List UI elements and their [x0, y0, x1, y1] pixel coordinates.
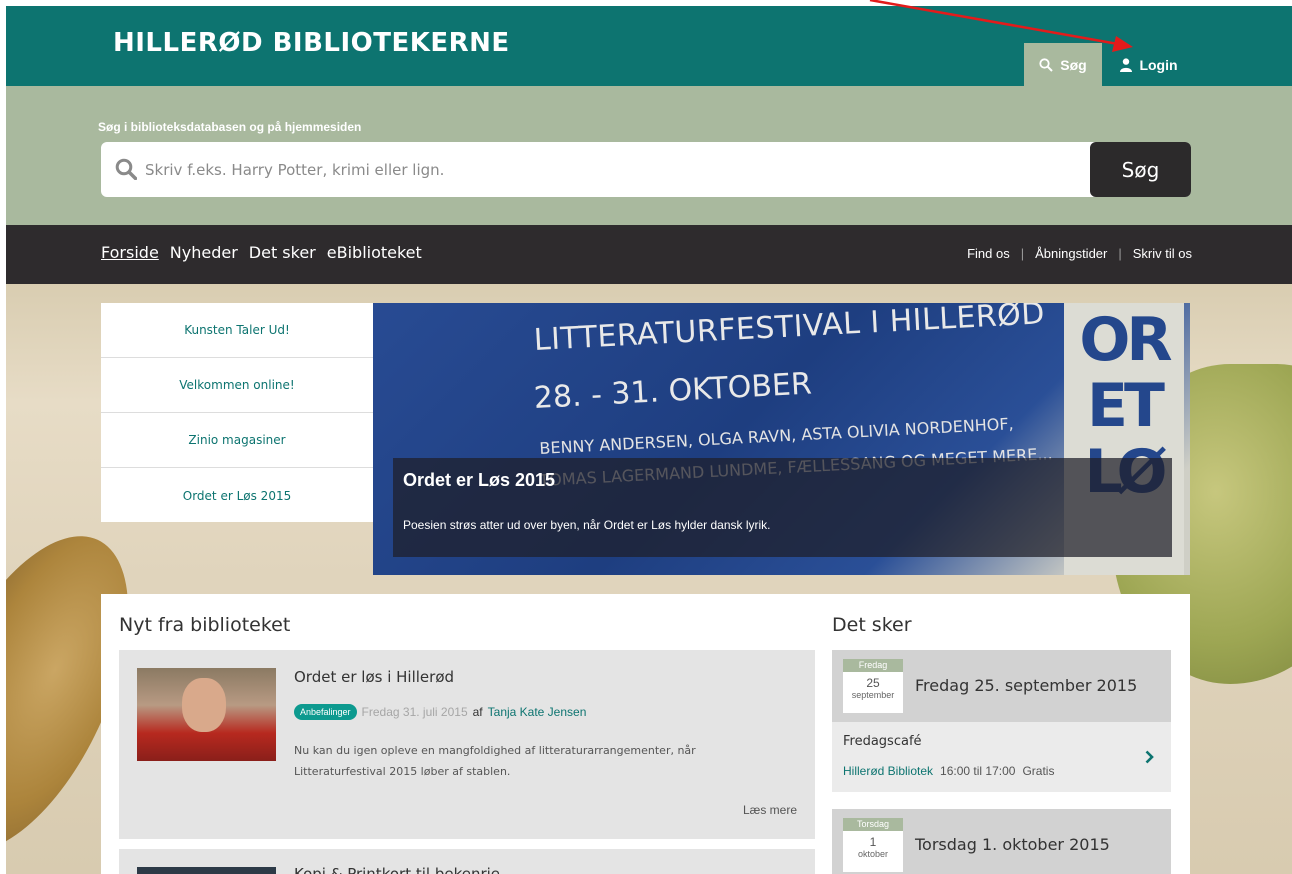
- event-date-header: Torsdag 1 oktober Torsdag 1. oktober 201…: [832, 809, 1171, 874]
- news-date: Fredag 31. juli 2015: [361, 705, 468, 719]
- main-content: Nyt fra biblioteket Ordet er løs i Hille…: [101, 594, 1190, 874]
- news-article: Ordet er løs i Hillerød Anbefalinger Fre…: [119, 650, 815, 839]
- main-navigation: Forside Nyheder Det sker eBiblioteket Fi…: [6, 225, 1292, 284]
- calendar-date: Torsdag 1 oktober: [843, 818, 903, 872]
- calendar-day: 1: [869, 835, 877, 849]
- calendar-weekday: Torsdag: [843, 818, 903, 831]
- search-box: Søg: [101, 142, 1191, 197]
- events-heading: Det sker: [832, 614, 912, 636]
- banner-caption: Ordet er Løs 2015 Poesien strøs atter ud…: [393, 458, 1172, 557]
- news-article: Kopi & Printkort til bekenrie: [119, 849, 815, 874]
- featured-item[interactable]: Zinio magasiner: [101, 413, 373, 468]
- event-info: Hillerød Bibliotek 16:00 til 17:00 Grati…: [843, 764, 1054, 778]
- news-by: af: [472, 705, 483, 719]
- search-icon: [1039, 57, 1053, 72]
- news-title[interactable]: Ordet er løs i Hillerød: [294, 668, 454, 686]
- news-thumbnail[interactable]: [137, 668, 276, 761]
- news-meta: Anbefalinger Fredag 31. juli 2015 af Tan…: [294, 704, 586, 720]
- search-caption: Søg i biblioteksdatabasen og på hjemmesi…: [98, 120, 362, 134]
- nav-divider: |: [1020, 246, 1025, 261]
- login-tab-label: Login: [1139, 56, 1178, 73]
- news-author[interactable]: Tanja Kate Jensen: [488, 705, 587, 719]
- search-section: Søg i biblioteksdatabasen og på hjemmesi…: [6, 86, 1292, 225]
- calendar-day: 25: [866, 676, 880, 690]
- thumbnail-portrait: [182, 678, 226, 732]
- chevron-right-icon[interactable]: [1145, 750, 1154, 764]
- category-badge[interactable]: Anbefalinger: [294, 704, 357, 720]
- search-tab-label: Søg: [1060, 56, 1087, 73]
- nav-item-ebiblioteket[interactable]: eBiblioteket: [327, 243, 422, 262]
- utility-nav-links: Find os | Åbningstider | Skriv til os: [967, 246, 1192, 261]
- search-icon: [115, 158, 137, 180]
- calendar-weekday: Fredag: [843, 659, 903, 672]
- featured-banner[interactable]: LITTERATURFESTIVAL I HILLERØD 28. - 31. …: [373, 303, 1190, 575]
- news-thumbnail[interactable]: [137, 867, 276, 874]
- news-excerpt: Nu kan du igen opleve en mangfoldighed a…: [294, 744, 696, 778]
- event-time: 16:00 til 17:00: [940, 764, 1016, 778]
- user-icon: [1120, 57, 1133, 72]
- event-date-title: Torsdag 1. oktober 2015: [915, 835, 1110, 854]
- event-date-header: Fredag 25 september Fredag 25. september…: [832, 650, 1171, 722]
- banner-dates: 28. - 31. OKTOBER: [533, 366, 813, 416]
- main-nav-links: Forside Nyheder Det sker eBiblioteket: [101, 243, 422, 262]
- event-venue[interactable]: Hillerød Bibliotek: [843, 764, 933, 778]
- featured-item[interactable]: Ordet er Løs 2015: [101, 468, 373, 523]
- login-tab[interactable]: Login: [1106, 43, 1192, 86]
- featured-item[interactable]: Velkommen online!: [101, 358, 373, 413]
- nav-item-find-os[interactable]: Find os: [967, 246, 1010, 261]
- read-more-link[interactable]: Læs mere: [743, 803, 797, 817]
- site-header: HILLERØD BIBLIOTEKERNE Søg Login: [6, 6, 1292, 86]
- calendar-month: oktober: [857, 849, 889, 859]
- featured-menu: Kunsten Taler Ud! Velkommen online! Zini…: [101, 303, 373, 522]
- calendar-date: Fredag 25 september: [843, 659, 903, 713]
- news-title[interactable]: Kopi & Printkort til bekenrie: [294, 865, 500, 874]
- nav-item-abningstider[interactable]: Åbningstider: [1035, 246, 1107, 261]
- news-heading: Nyt fra biblioteket: [119, 614, 291, 636]
- calendar-month: september: [851, 690, 895, 700]
- event-name[interactable]: Fredagscafé: [843, 734, 922, 749]
- event-item[interactable]: Fredagscafé Hillerød Bibliotek 16:00 til…: [832, 722, 1171, 792]
- search-input[interactable]: [145, 142, 1075, 197]
- event-date-title: Fredag 25. september 2015: [915, 676, 1138, 695]
- banner-headline: LITTERATURFESTIVAL I HILLERØD: [533, 303, 1046, 358]
- event-price: Gratis: [1022, 764, 1055, 778]
- nav-divider: |: [1118, 246, 1122, 261]
- nav-item-forside[interactable]: Forside: [101, 243, 159, 262]
- search-tab[interactable]: Søg: [1024, 43, 1102, 86]
- site-logo[interactable]: HILLERØD BIBLIOTEKERNE: [113, 28, 510, 58]
- nav-item-nyheder[interactable]: Nyheder: [170, 243, 238, 262]
- banner-title[interactable]: Ordet er Løs 2015: [403, 470, 555, 491]
- nav-item-det-sker[interactable]: Det sker: [249, 243, 316, 262]
- featured-item[interactable]: Kunsten Taler Ud!: [101, 303, 373, 358]
- search-button[interactable]: Søg: [1090, 142, 1191, 197]
- nav-item-skriv-til-os[interactable]: Skriv til os: [1133, 246, 1192, 261]
- banner-subtitle: Poesien strøs atter ud over byen, når Or…: [403, 518, 771, 532]
